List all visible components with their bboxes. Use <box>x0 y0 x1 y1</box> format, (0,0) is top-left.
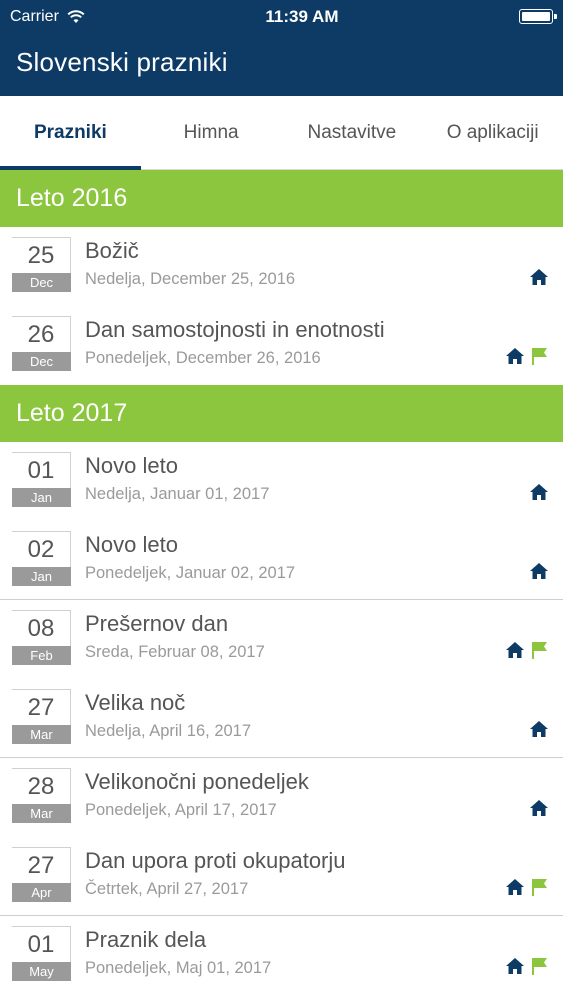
holiday-name: Velika noč <box>85 690 186 715</box>
holiday-date: Sreda, Februar 08, 2017 <box>85 643 265 661</box>
date-day: 02 <box>12 531 71 567</box>
holiday-date: Ponedeljek, Januar 02, 2017 <box>85 564 296 582</box>
list-item[interactable]: 01 May Praznik dela Ponedeljek, Maj 01, … <box>0 916 563 995</box>
date-day: 27 <box>12 847 71 883</box>
list-item[interactable]: 28 Mar Velikonočni ponedeljek Ponedeljek… <box>0 758 563 837</box>
status-bar: Carrier 11:39 AM <box>0 0 563 33</box>
date-badge: 27 Mar <box>0 679 72 758</box>
holiday-date: Nedelja, Januar 01, 2017 <box>85 485 270 503</box>
date-badge: 01 Jan <box>0 442 72 521</box>
tab-nastavitve[interactable]: Nastavitve <box>282 96 423 169</box>
date-day: 08 <box>12 610 71 646</box>
date-month: Mar <box>12 804 71 823</box>
date-month: Feb <box>12 646 71 665</box>
date-month: Jan <box>12 567 71 586</box>
home-icon <box>530 721 548 737</box>
home-icon <box>506 879 524 895</box>
date-badge: 02 Jan <box>0 521 72 600</box>
holiday-date: Nedelja, December 25, 2016 <box>85 270 296 288</box>
flag-icon <box>532 642 547 659</box>
home-icon <box>506 348 524 364</box>
home-icon <box>530 484 548 500</box>
holiday-name: Praznik dela <box>85 927 207 952</box>
holiday-name: Prešernov dan <box>85 611 229 636</box>
section-header-2016: Leto 2016 <box>0 170 563 227</box>
date-day: 25 <box>12 237 71 273</box>
date-day: 01 <box>12 926 71 962</box>
holiday-date: Četrtek, April 27, 2017 <box>85 880 249 898</box>
holiday-date: Ponedeljek, April 17, 2017 <box>85 801 277 819</box>
list-item[interactable]: 26 Dec Dan samostojnosti in enotnosti Po… <box>0 306 563 385</box>
wifi-icon <box>67 9 85 23</box>
flag-icon <box>532 958 547 975</box>
date-month: May <box>12 962 71 981</box>
app-header: Carrier 11:39 AM Slovenski prazniki <box>0 0 563 96</box>
list-item[interactable]: 25 Dec Božič Nedelja, December 25, 2016 <box>0 227 563 306</box>
carrier-label: Carrier <box>10 7 59 25</box>
page-title: Slovenski prazniki <box>16 47 228 77</box>
holiday-name: Božič <box>85 238 139 263</box>
holiday-name: Novo leto <box>85 453 178 478</box>
tab-himna[interactable]: Himna <box>141 96 282 169</box>
date-badge: 25 Dec <box>0 227 72 306</box>
home-icon <box>530 269 548 285</box>
flag-icon <box>532 879 547 896</box>
date-month: Mar <box>12 725 71 744</box>
flag-icon <box>532 348 547 365</box>
holiday-name: Dan samostojnosti in enotnosti <box>85 317 385 342</box>
holiday-date: Ponedeljek, December 26, 2016 <box>85 349 321 367</box>
date-month: Jan <box>12 488 71 507</box>
battery-icon <box>519 9 557 24</box>
home-icon <box>506 642 524 658</box>
list-item[interactable]: 08 Feb Prešernov dan Sreda, Februar 08, … <box>0 600 563 679</box>
home-icon <box>506 958 524 974</box>
holiday-name: Velikonočni ponedeljek <box>85 769 309 794</box>
holiday-date: Nedelja, April 16, 2017 <box>85 722 252 740</box>
tab-prazniki[interactable]: Prazniki <box>0 96 141 170</box>
date-day: 27 <box>12 689 71 725</box>
holiday-list: Leto 2016 25 Dec Božič Nedelja, December… <box>0 170 563 995</box>
tab-bar: Prazniki Himna Nastavitve O aplikaciji <box>0 96 563 170</box>
home-icon <box>530 563 548 579</box>
list-item[interactable]: 02 Jan Novo leto Ponedeljek, Januar 02, … <box>0 521 563 600</box>
date-badge: 26 Dec <box>0 306 72 385</box>
tab-o-aplikaciji[interactable]: O aplikaciji <box>422 96 563 169</box>
home-icon <box>530 800 548 816</box>
date-badge: 01 May <box>0 916 72 995</box>
date-badge: 28 Mar <box>0 758 72 837</box>
date-month: Dec <box>12 352 71 371</box>
date-month: Apr <box>12 883 71 902</box>
date-badge: 27 Apr <box>0 837 72 916</box>
date-badge: 08 Feb <box>0 600 72 679</box>
section-header-2017: Leto 2017 <box>0 385 563 442</box>
status-time: 11:39 AM <box>265 6 339 26</box>
date-day: 26 <box>12 316 71 352</box>
list-item[interactable]: 27 Mar Velika noč Nedelja, April 16, 201… <box>0 679 563 758</box>
date-month: Dec <box>12 273 71 292</box>
list-item[interactable]: 27 Apr Dan upora proti okupatorju Četrte… <box>0 837 563 916</box>
date-day: 28 <box>12 768 71 804</box>
holiday-date: Ponedeljek, Maj 01, 2017 <box>85 959 272 977</box>
date-day: 01 <box>12 452 71 488</box>
holiday-name: Novo leto <box>85 532 178 557</box>
holiday-name: Dan upora proti okupatorju <box>85 848 346 873</box>
list-item[interactable]: 01 Jan Novo leto Nedelja, Januar 01, 201… <box>0 442 563 521</box>
